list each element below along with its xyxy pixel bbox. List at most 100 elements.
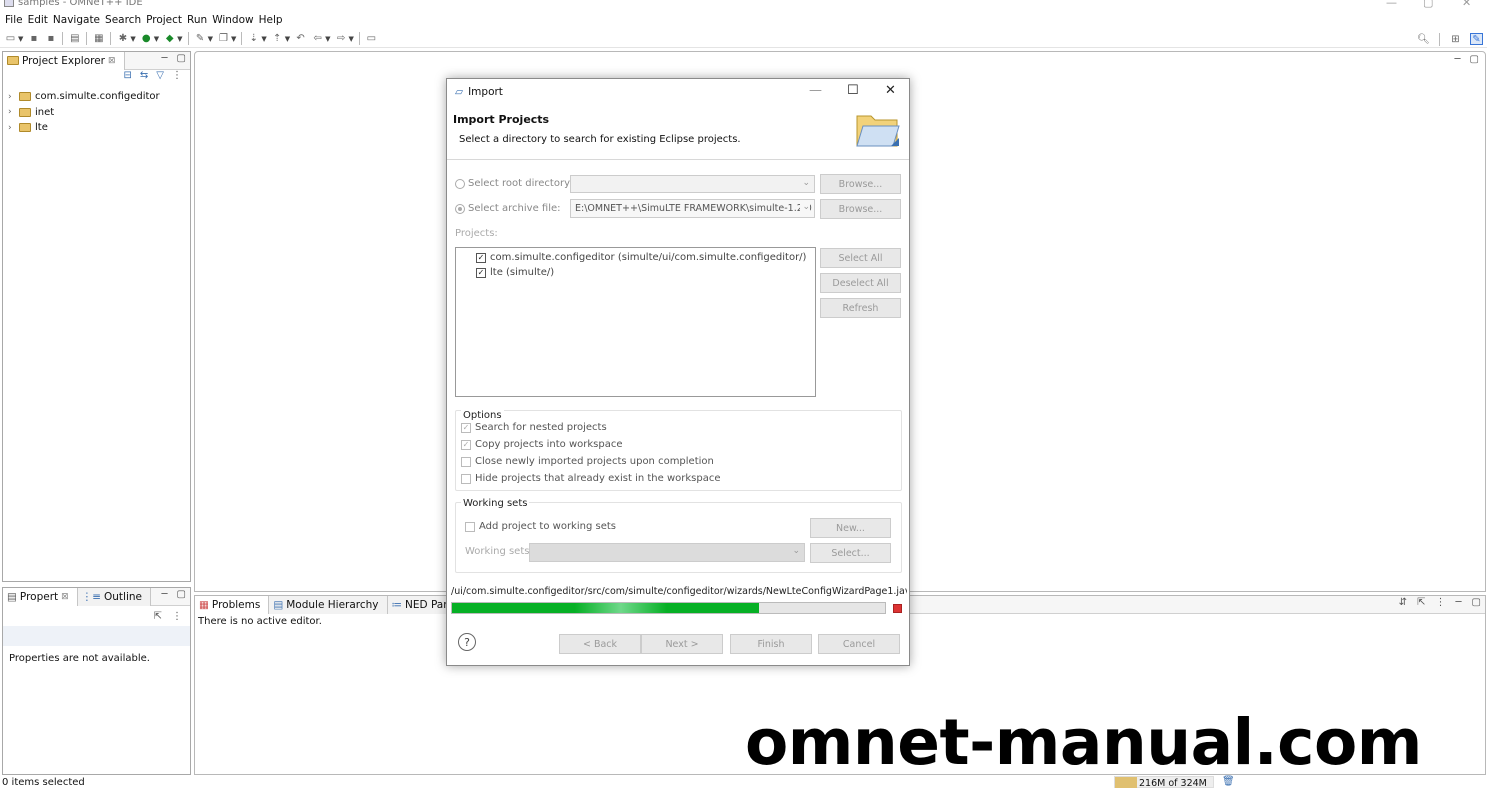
deselect-all-button[interactable]: Deselect All (820, 273, 901, 293)
maximize-icon[interactable]: ▢ (177, 589, 186, 600)
chevron-right-icon[interactable]: › (8, 92, 15, 102)
checkbox-checked-icon[interactable]: ✓ (476, 252, 486, 263)
view-menu-icon[interactable]: ⋮ (1436, 597, 1446, 608)
link-editor-icon[interactable]: ⇆ (140, 70, 148, 87)
external-tools-icon[interactable]: ◆ (163, 33, 176, 45)
debug-icon[interactable]: ✱ (116, 33, 129, 45)
minimize-icon[interactable]: ─ (1456, 597, 1462, 608)
chevron-down-icon[interactable]: ▼ (18, 35, 23, 43)
next-annotation-icon[interactable]: ⇣ (247, 33, 260, 45)
minimize-icon[interactable]: ─ (162, 589, 168, 600)
print-icon[interactable]: ▤ (68, 33, 81, 45)
back-button[interactable]: < Back (559, 634, 641, 654)
menu-window[interactable]: Window (212, 13, 258, 28)
tab-problems[interactable]: ▦ Problems (195, 595, 270, 614)
minimize-icon[interactable]: — (809, 83, 822, 98)
perspective-icon[interactable]: ✎ (1470, 33, 1483, 45)
menu-navigate[interactable]: Navigate (53, 13, 105, 28)
add-to-working-sets[interactable]: Add project to working sets (465, 521, 616, 532)
checkbox-icon[interactable] (465, 521, 475, 532)
chevron-right-icon[interactable]: › (8, 107, 15, 117)
archive-file-combo[interactable]: E:\OMNET++\SimuLTE FRAMEWORK\simulte-1.2… (570, 199, 815, 218)
tab-outline[interactable]: ⋮≡ Outline (77, 587, 151, 606)
pin-editor-icon[interactable]: ▭ (365, 33, 378, 45)
stop-icon[interactable] (893, 604, 902, 613)
menu-project[interactable]: Project (146, 13, 187, 28)
close-icon[interactable]: ✕ (885, 83, 896, 98)
close-icon[interactable]: ⊠ (108, 56, 116, 66)
minimize-icon[interactable]: ─ (1455, 54, 1461, 65)
new-working-set-button[interactable]: New... (810, 518, 891, 538)
prev-annotation-icon[interactable]: ⇡ (271, 33, 284, 45)
minimize-icon[interactable]: ─ (162, 53, 168, 64)
project-item[interactable]: ✓ com.simulte.configeditor (simulte/ui/co… (476, 252, 806, 263)
menu-edit[interactable]: Edit (28, 13, 53, 28)
open-perspective-icon[interactable]: ⊞ (1449, 33, 1462, 45)
tree-item[interactable]: › inet (8, 105, 190, 121)
pin-icon[interactable]: ⇱ (154, 611, 162, 622)
pencil-icon[interactable]: ✎ (194, 33, 207, 45)
menu-run[interactable]: Run (187, 13, 212, 28)
open-folder-icon[interactable]: ❐ (217, 33, 230, 45)
cancel-button[interactable]: Cancel (818, 634, 900, 654)
checkbox-icon[interactable] (461, 456, 471, 467)
view-menu-icon[interactable]: ⋮ (172, 611, 182, 622)
forward-icon[interactable]: ⇨ (335, 33, 348, 45)
archive-file-radio[interactable]: Select archive file: (455, 203, 561, 214)
outline-icon: ⋮≡ (81, 590, 101, 603)
progress-text: /ui/com.simulte.configeditor/src/com/sim… (451, 586, 907, 597)
maximize-icon[interactable]: ▢ (177, 53, 186, 64)
debug-tools-icon[interactable]: ⇵ (1399, 597, 1407, 608)
view-menu-icon[interactable]: ⋮ (172, 70, 182, 87)
new-icon[interactable]: ▭ (4, 33, 17, 45)
maximize-icon[interactable]: ☐ (847, 83, 859, 98)
menu-help[interactable]: Help (259, 13, 288, 28)
next-button[interactable]: Next > (641, 634, 723, 654)
checkbox-checked-icon[interactable]: ✓ (461, 439, 471, 450)
back-icon[interactable]: ⇦ (311, 33, 324, 45)
project-item[interactable]: ✓ lte (simulte/) (476, 267, 554, 278)
option-close-imported[interactable]: Close newly imported projects upon compl… (461, 456, 714, 467)
run-icon[interactable]: ● (140, 33, 153, 45)
help-icon[interactable]: ? (458, 633, 476, 651)
save-icon[interactable]: ▪ (27, 33, 40, 45)
tab-properties[interactable]: ▤ Propert ⊠ (3, 587, 78, 606)
tree-item[interactable]: › lte (8, 120, 190, 136)
open-type-icon[interactable]: ▦ (92, 33, 105, 45)
browse-archive-button[interactable]: Browse... (820, 199, 901, 219)
checkbox-checked-icon[interactable]: ✓ (476, 267, 486, 278)
maximize-icon[interactable]: ▢ (1470, 54, 1479, 65)
select-working-set-button[interactable]: Select... (810, 543, 891, 563)
search-icon[interactable]: 🔍︎ (1417, 33, 1430, 45)
tab-project-explorer[interactable]: Project Explorer ⊠ (3, 51, 125, 70)
menu-search[interactable]: Search (105, 13, 146, 28)
minimize-icon[interactable]: — (1386, 0, 1397, 9)
refresh-button[interactable]: Refresh (820, 298, 901, 318)
dialog-heading: Import Projects (453, 113, 550, 126)
option-copy-projects[interactable]: ✓ Copy projects into workspace (461, 439, 623, 450)
filter-icon[interactable]: ▽ (156, 70, 164, 87)
last-edit-icon[interactable]: ↶ (294, 33, 307, 45)
menu-file[interactable]: File (5, 13, 28, 28)
close-icon[interactable]: ⊠ (61, 592, 69, 602)
pin-icon[interactable]: ⇱ (1417, 597, 1425, 608)
checkbox-icon[interactable] (461, 473, 471, 484)
collapse-all-icon[interactable]: ⊟ (124, 70, 132, 87)
select-all-button[interactable]: Select All (820, 248, 901, 268)
root-directory-radio[interactable]: Select root directory: (455, 178, 573, 189)
root-directory-combo[interactable]: ⌄ (570, 175, 815, 193)
save-all-icon[interactable]: ▪ (44, 33, 57, 45)
tab-module-hierarchy[interactable]: ▤ Module Hierarchy (269, 595, 388, 614)
option-search-nested[interactable]: ✓ Search for nested projects (461, 422, 607, 433)
working-sets-combo[interactable]: ⌄ (529, 543, 805, 562)
browse-root-button[interactable]: Browse... (820, 174, 901, 194)
working-sets-label: Working sets (461, 498, 530, 509)
maximize-icon[interactable]: ▢ (1472, 597, 1481, 608)
checkbox-checked-icon[interactable]: ✓ (461, 422, 471, 433)
finish-button[interactable]: Finish (730, 634, 812, 654)
chevron-right-icon[interactable]: › (8, 123, 15, 133)
close-window-icon[interactable]: ✕ (1462, 0, 1471, 9)
restore-icon[interactable]: ▢ (1423, 0, 1433, 9)
option-hide-existing[interactable]: Hide projects that already exist in the … (461, 473, 720, 484)
tree-item[interactable]: › com.simulte.configeditor (8, 89, 190, 105)
